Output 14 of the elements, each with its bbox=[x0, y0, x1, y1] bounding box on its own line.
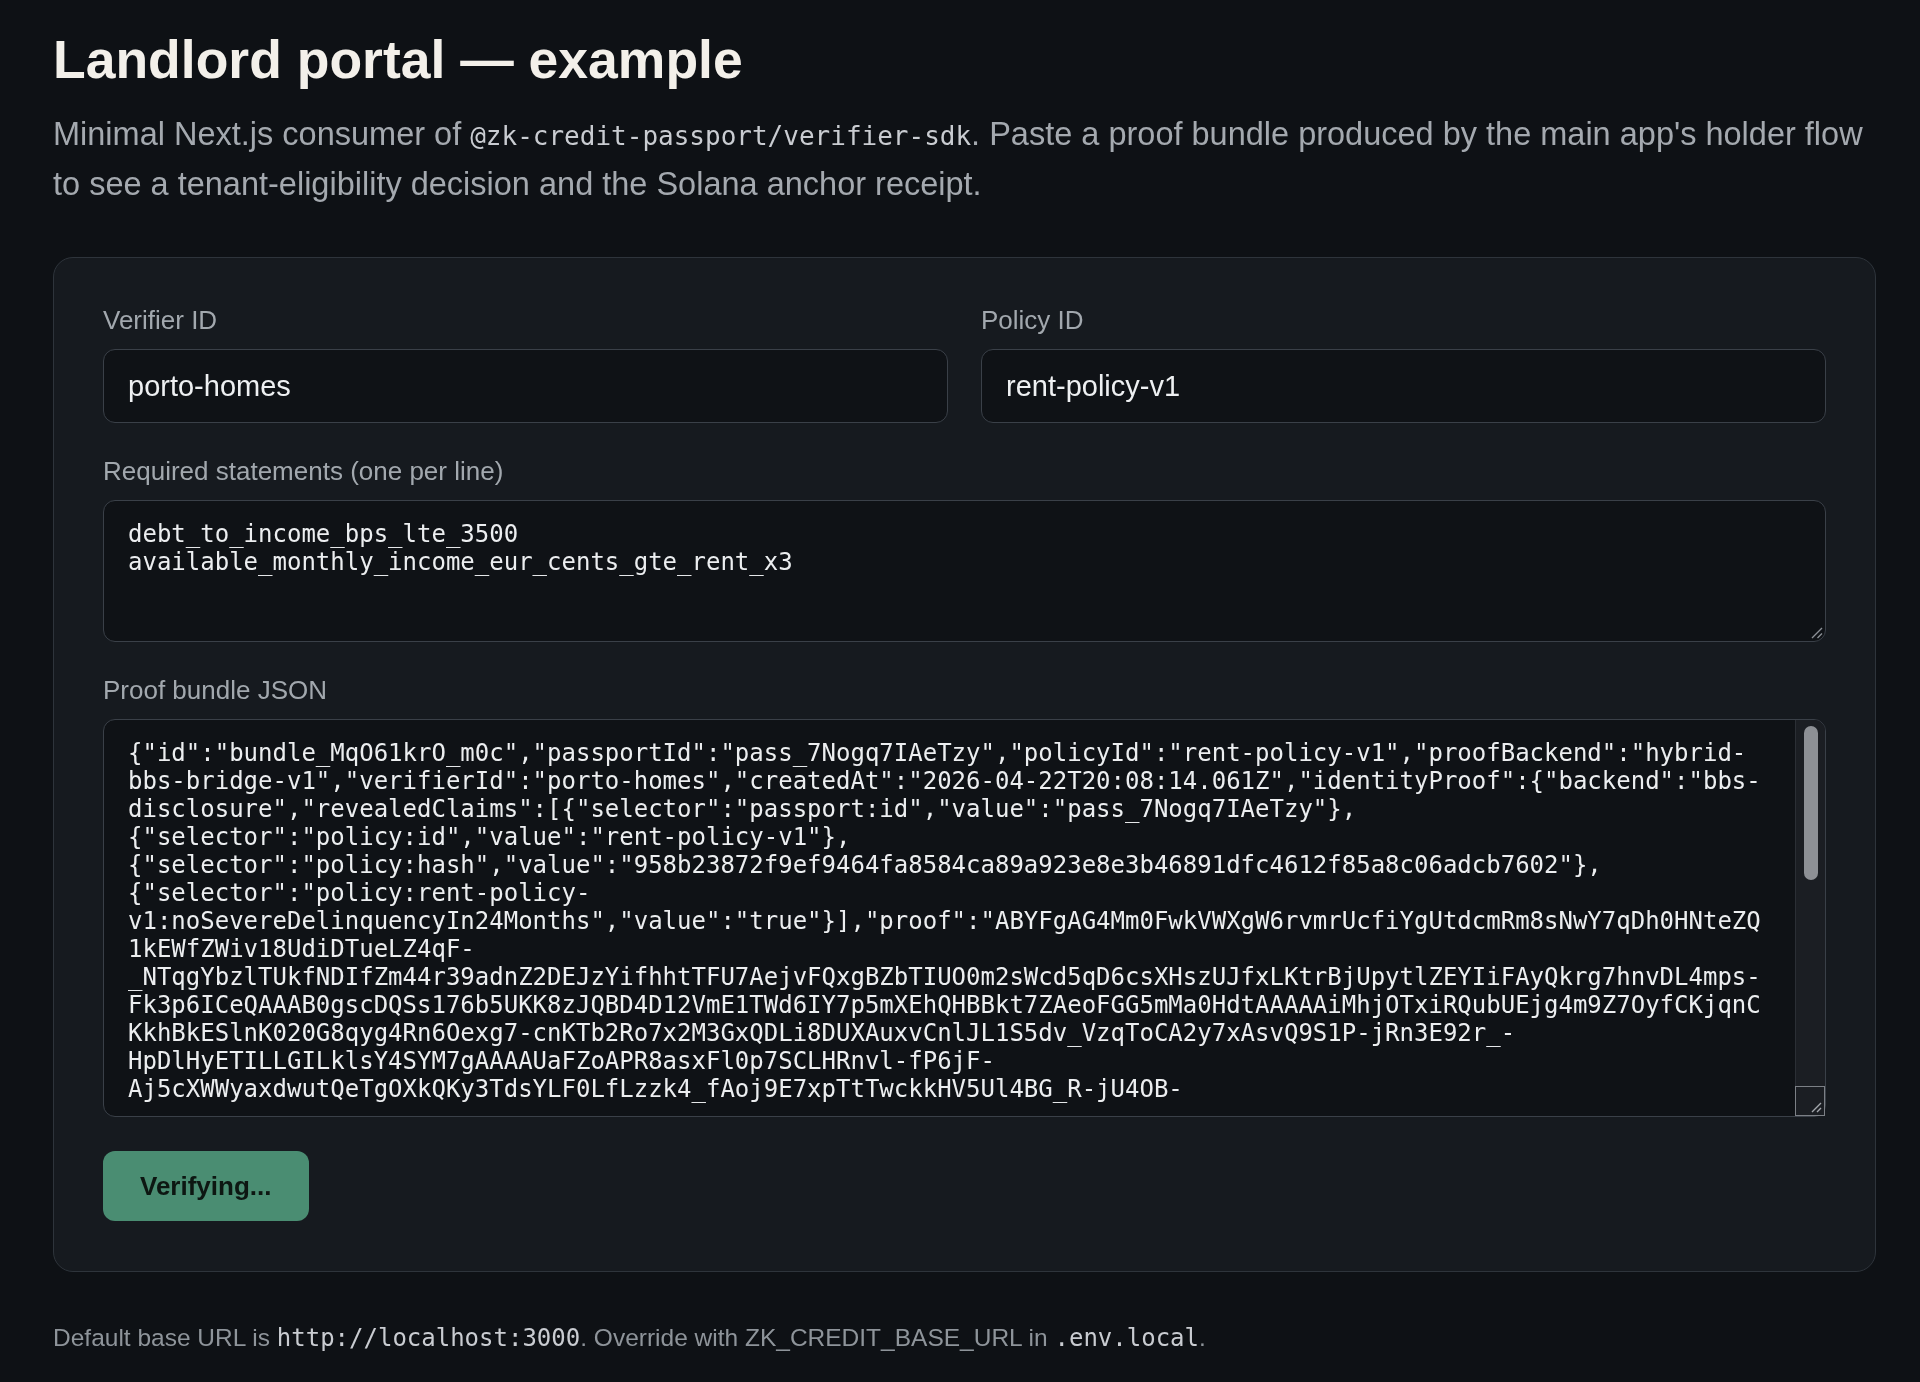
footer-note: Default base URL is http://localhost:3000. Override with ZK_CREDIT_BASE_URL in .env.local. bbox=[53, 1323, 1207, 1353]
field-label: Verifier ID bbox=[103, 304, 219, 336]
text-input[interactable]: porto-homes bbox=[103, 349, 948, 423]
multiline-input[interactable]: debt_to_income_bps_lte_3500 available_monthly_income_eur_cents_gte_rent_x3 bbox=[103, 500, 1826, 642]
field-label: Proof bundle JSON bbox=[103, 674, 328, 706]
text-input[interactable]: rent-policy-v1 bbox=[981, 349, 1826, 423]
scrollbar[interactable] bbox=[1795, 720, 1825, 1086]
page-title: Landlord portal — example bbox=[53, 29, 744, 91]
field-label: Policy ID bbox=[981, 304, 1085, 336]
resize-grip-icon[interactable] bbox=[1809, 625, 1823, 639]
field-label: Required statements (one per line) bbox=[103, 455, 505, 487]
json-textarea[interactable]: {"id":"bundle_MqO61krO_m0c","passportId":"pass_7Nogq7IAeTzy","policyId":"rent-policy-v1","proofBackend":"hybrid-bbs-bridge-v1","verifierId":"porto-homes","createdAt":"2026-04-22T20:08:14.061Z","identityProof":{"backend":"bbs-disclosure","revealedClaims":[{"selector":"passport:id","value":"pass_7Nogq7IAeTzy"},{"selector":"policy:id","value":"rent-policy-v1"},{"selector":"policy:hash","value":"958b23872f9ef9464fa8584ca89a923e8e3b46891dfc4612f85a8c06adcb7602"},{"selector":"policy:rent-policy-v1:noSevereDelinquencyIn24Months","value":"true"}],"proof":"ABYFgAG4Mm0FwkVWXgW6rvmrUcfiYgUtdcmRm8sNwY7qDh0HNteZQ1kEWfZWiv18UdiDTueLZ4qF-_NTqgYbzlTUkfNDIfZm44r39adnZ2DEJzYifhhtTFU7AejvFQxgBZbTIUO0m2sWcd5qD6csXHszUJfxLKtrBjUpytlZEYIiFAyQkrg7hnvDL4mps-Fk3p6ICeQAAAB0gscDQSs176b5UKK8zJQBD4D12VmE1TWd6IY7p5mXEhQHBBkt7ZAeoFGG5mMa0HdtAAAAAiMhjOTxiRQubUEjg4m9Z7OyfCKjqnCKkhBkESlnK020G8qyg4Rn6Oexg7-cnKTb2Ro7x2M3GxQDLi8DUXAuxvCnlJL1S5dv_VzqToCA2y7xAsvQ9S1P-jRn3E92r_-HpDlHyETILLGILklsY4SYM7gAAAAUaFZoAPR8asxFl0p7SCLHRnvl-fP6jF-Aj5cXWWyaxdwutQeTgOXkQKy3TdsYLF0LfLzzk4_fAoj9E7xpTtTwckkHV5Ul4BG_R-jU4OB- bbox=[103, 719, 1826, 1117]
description-text: Minimal Next.js consumer of @zk-credit-passport/verifier-sdk. Paste a proof bundle produced by the main app's holder flow to see a tenant-eligibility decision and the Solana anchor receipt. bbox=[53, 115, 1864, 204]
resize-grip-icon[interactable] bbox=[1795, 1086, 1825, 1116]
